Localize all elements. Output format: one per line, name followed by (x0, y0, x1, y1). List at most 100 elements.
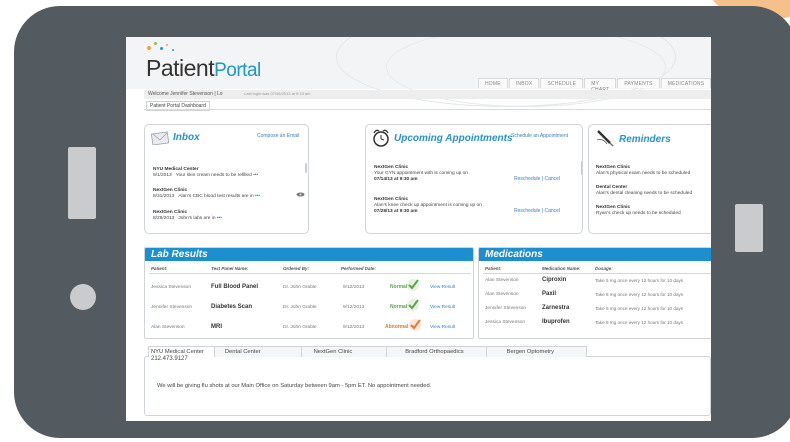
logo-text-portal: Portal (214, 60, 261, 81)
appointments-scrollbar[interactable] (581, 161, 582, 175)
reminder-text: Ryan's check up needs to be scheduled (596, 211, 681, 217)
appointment-item: NextGen Clinic Your GYN appointment with… (374, 165, 489, 184)
lab-ordered-by: Dr. John Grable (283, 305, 317, 310)
reminder-text: Alan's dental cleaning needs to be sched… (596, 191, 693, 197)
nav-medications[interactable]: MEDICATIONS (660, 78, 711, 88)
view-result-link[interactable]: View Result (430, 305, 455, 310)
inbox-message[interactable]: NextGen Clinic 8/31/2013 Alan's CBC bloo… (153, 188, 303, 200)
lab-results-title: Lab Results (151, 249, 208, 260)
envelope-icon (151, 131, 169, 145)
message-date: 8/31/2013 (153, 194, 175, 200)
appointment-clinic: NextGen Clinic (374, 197, 409, 202)
reminder-item[interactable]: Dental Center Alan's dental cleaning nee… (596, 185, 711, 197)
nav-inbox[interactable]: INBOX (508, 78, 540, 88)
lab-results-header: Lab Results (145, 248, 473, 261)
message-text: Alan's CBC blood test results are in (178, 194, 254, 200)
tablet-home-button (70, 284, 96, 310)
col-medication-name: Medication Name: (542, 266, 581, 271)
reminder-clinic: Dental Center (596, 185, 628, 190)
medications-panel: Medications Patient: Medication Name: Do… (478, 247, 711, 339)
message-text: John's labs are in (178, 216, 216, 222)
tab-bergen-optometry[interactable]: Bergen Optometry (485, 346, 587, 357)
lab-status-badge: Abnormal (385, 324, 409, 330)
tab-dental-center[interactable]: Dental Center (213, 346, 302, 357)
portal-screen: PatientPortal HOME INBOX SCHEDULE MY CHA… (126, 37, 711, 421)
med-patient: Alan Stevenson (485, 292, 519, 297)
view-result-link[interactable]: View Result (430, 325, 455, 330)
lab-date: 9/12/2013 (343, 285, 365, 290)
med-patient: Jessica Stevenson (485, 320, 525, 325)
lab-test-name: Diabetes Scan (211, 304, 253, 310)
reminder-clinic: NextGen Clinic (596, 205, 631, 210)
inbox-message[interactable]: NYU Medical Center 9/1/2013 Your skin cr… (153, 167, 303, 179)
announcement-text: We will be giving flu shots at our Main … (157, 383, 432, 389)
schedule-appointment-link[interactable]: Schedule an Appointment (511, 133, 568, 139)
more-icon[interactable]: ••• (253, 173, 258, 178)
reminder-clinic: NextGen Clinic (596, 165, 631, 170)
med-dosage: Take 5 mg once every 12 hours for 10 day… (595, 306, 684, 311)
welcome-text: Welcome Jennifer Stevenson | Lo (148, 91, 223, 97)
lab-status-badge: Normal (390, 304, 408, 310)
inbox-scrollbar[interactable] (305, 163, 307, 173)
inbox-message[interactable]: NextGen Clinic 8/29/2013 John's labs are… (153, 210, 303, 222)
last-login-text: Last login was 07/06/2013 at 9:15 am (244, 91, 311, 96)
nav-payments[interactable]: PAYMENTS (617, 78, 660, 88)
lab-test-name: Full Blood Panel (211, 284, 259, 290)
message-sender: NextGen Clinic (153, 210, 188, 215)
nav-home[interactable]: HOME (478, 78, 508, 88)
message-date: 9/1/2013 (153, 173, 172, 179)
tab-nextgen-clinic[interactable]: NextGen Clinic (300, 346, 388, 357)
reminder-item[interactable]: NextGen Clinic Ryan's check up needs to … (596, 205, 711, 217)
reschedule-cancel-link[interactable]: Reschedule | Cancel (514, 176, 560, 182)
med-name: Ibuprofen (542, 319, 570, 325)
reminder-item[interactable]: NextGen Clinic Alan's physical exam need… (596, 165, 711, 177)
lab-date: 9/12/2013 (343, 325, 365, 330)
compose-email-link[interactable]: Compose an Email (257, 133, 299, 139)
appointment-text: Alan's knee check up appointment is comi… (374, 203, 482, 209)
medications-title: Medications (485, 249, 543, 260)
portal-logo[interactable]: PatientPortal (146, 55, 261, 82)
col-test-panel: Test Panel Name: (211, 266, 249, 271)
reschedule-cancel-link[interactable]: Reschedule | Cancel (514, 208, 560, 214)
more-icon[interactable]: ••• (217, 216, 222, 221)
message-sender: NYU Medical Center (153, 167, 199, 172)
reminder-text: Alan's physical exam needs to be schedul… (596, 171, 691, 177)
col-ordered-by: Ordered By: (283, 266, 310, 271)
lab-patient: Jessica Stevenson (151, 285, 191, 290)
appointment-when: 07/28/13 at 9:30 am (374, 209, 418, 215)
pen-icon (596, 130, 614, 147)
view-result-link[interactable]: View Result (430, 285, 455, 290)
med-dosage: Take 5 mg once every 12 hours for 10 day… (595, 320, 684, 325)
lab-status-badge: Normal (390, 284, 408, 290)
col-patient: Patient: (151, 266, 168, 271)
divider (149, 273, 471, 274)
more-icon[interactable]: ••• (255, 194, 260, 199)
reminders-panel: Reminders NextGen Clinic Alan's physical… (588, 124, 711, 234)
appointment-text: Your GYN appointment with is coming up o… (374, 171, 468, 177)
appointment-when: 07/14/13 at 9:30 am (374, 177, 418, 183)
med-dosage: Take 5 mg once every 12 hours for 10 day… (595, 292, 684, 297)
lab-date: 9/12/2013 (343, 305, 365, 310)
welcome-bar (144, 90, 711, 99)
check-icon (407, 279, 419, 291)
nav-schedule[interactable]: SCHEDULE (540, 78, 584, 88)
alarm-clock-icon (373, 129, 389, 147)
message-text: Your skin cream needs to be refilled (175, 173, 252, 179)
reminders-title: Reminders (619, 134, 671, 145)
message-sender: NextGen Clinic (153, 188, 188, 193)
lab-patient: Alan Stevenson (151, 325, 185, 330)
check-icon (409, 319, 421, 331)
med-dosage: Take 5 mg once every 12 hours for 10 day… (595, 278, 684, 283)
med-name: Zarnestra (542, 305, 570, 311)
tablet-frame: PatientPortal HOME INBOX SCHEDULE MY CHA… (14, 6, 790, 438)
lab-ordered-by: Dr. John Grable (283, 325, 317, 330)
appointments-title: Upcoming Appointments (394, 133, 513, 144)
med-name: Ciproxin (542, 277, 567, 283)
nav-my-chart[interactable]: MY CHART (584, 78, 617, 93)
tab-bradford-orthopaedics[interactable]: Bradford Orthopaedics (386, 346, 487, 357)
med-name: Paxil (542, 291, 557, 297)
eye-icon[interactable] (296, 192, 305, 197)
appointment-clinic: NextGen Clinic (374, 165, 409, 170)
logo-text-patient: Patient (146, 55, 215, 81)
clinic-phone: 212.473.9127 (151, 356, 188, 362)
